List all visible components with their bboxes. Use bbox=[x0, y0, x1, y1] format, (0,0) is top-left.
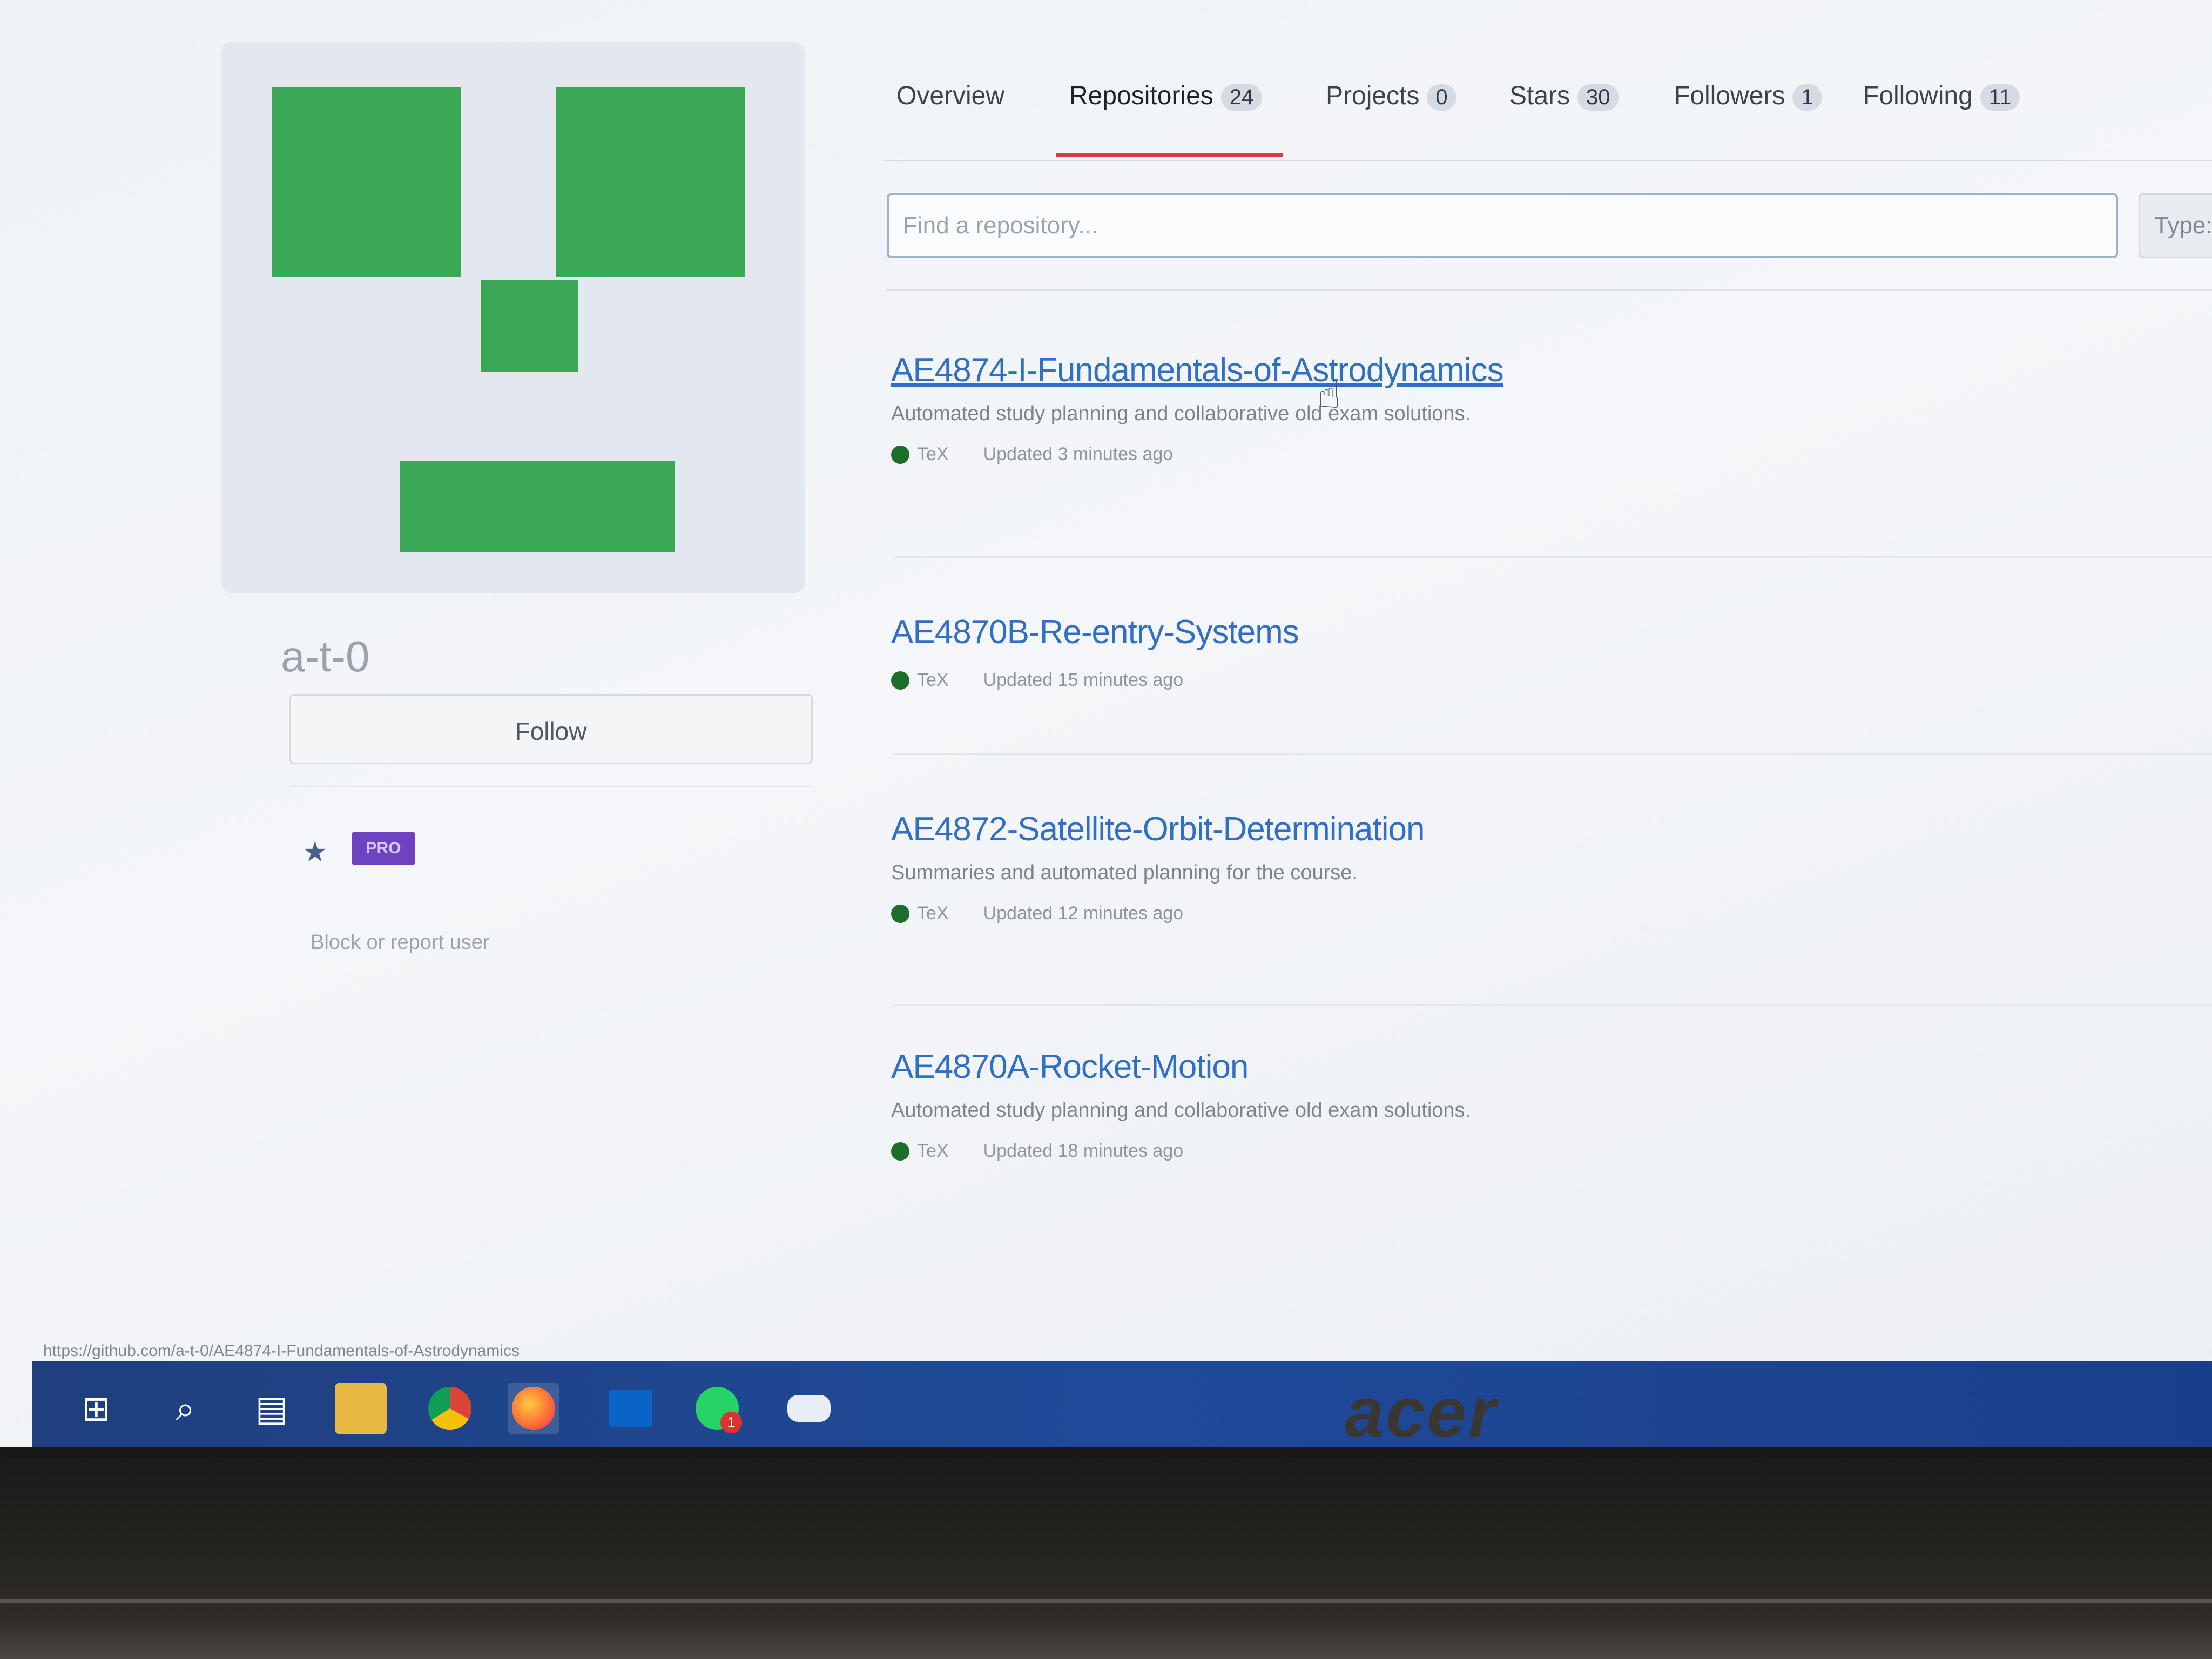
repo-updated: Updated 18 minutes ago bbox=[983, 1141, 1184, 1161]
windows-start-icon[interactable]: ⊞ bbox=[70, 1382, 122, 1434]
tab-label: Followers bbox=[1674, 82, 1785, 110]
repo-updated: Updated 12 minutes ago bbox=[983, 903, 1184, 923]
language-color-dot bbox=[891, 445, 909, 464]
language-color-dot bbox=[891, 904, 909, 923]
tab-label: Overview bbox=[896, 82, 1005, 110]
repo-list-item: AE4870B-Re-entry-Systems TeX Updated 15 … bbox=[891, 613, 2198, 691]
search-icon[interactable]: ⌕ bbox=[159, 1382, 211, 1434]
repo-language: TeX bbox=[917, 670, 949, 690]
tab-label: Projects bbox=[1326, 82, 1420, 110]
repo-list-item: AE4870A-Rocket-Motion Automated study pl… bbox=[891, 1048, 2198, 1162]
divider bbox=[886, 289, 2212, 291]
language-color-dot bbox=[891, 671, 909, 690]
username: a-t-0 bbox=[281, 632, 370, 680]
repo-meta: TeX Updated 12 minutes ago bbox=[891, 903, 2198, 924]
tab-count: 30 bbox=[1577, 84, 1619, 111]
repo-language: TeX bbox=[917, 444, 949, 464]
snipping-tool-icon[interactable] bbox=[783, 1382, 835, 1434]
divider bbox=[894, 1004, 2212, 1006]
file-explorer-icon[interactable] bbox=[335, 1382, 387, 1434]
laptop-hinge bbox=[0, 1599, 2212, 1603]
tab-label: Repositories bbox=[1069, 82, 1213, 110]
repo-name-link[interactable]: AE4874-I-Fundamentals-of-Astrodynamics bbox=[891, 351, 2198, 389]
repo-list-item: AE4872-Satellite-Orbit-Determination Sum… bbox=[891, 810, 2198, 924]
language-color-dot bbox=[891, 1142, 909, 1161]
tab-count: 1 bbox=[1792, 84, 1822, 111]
repository-search-input[interactable] bbox=[887, 193, 2118, 258]
repo-meta: TeX Updated 18 minutes ago bbox=[891, 1141, 2198, 1162]
brand-logo: acer bbox=[1345, 1373, 1498, 1452]
status-bar-url: https://github.com/a-t-0/AE4874-I-Fundam… bbox=[43, 1342, 520, 1360]
divider bbox=[289, 786, 813, 787]
repo-description: Automated study planning and collaborati… bbox=[891, 1099, 1471, 1122]
avatar[interactable] bbox=[221, 42, 805, 593]
tab-count: 24 bbox=[1220, 84, 1263, 111]
laptop-bezel bbox=[0, 1458, 2212, 1659]
firefox-icon[interactable] bbox=[508, 1382, 559, 1434]
follow-button[interactable]: Follow bbox=[289, 694, 813, 764]
repo-list-item: AE4874-I-Fundamentals-of-Astrodynamics A… bbox=[891, 351, 2198, 465]
repo-description: Summaries and automated planning for the… bbox=[891, 861, 1358, 884]
repo-name-link[interactable]: AE4870A-Rocket-Motion bbox=[891, 1048, 2198, 1086]
tab-following[interactable]: Following 11 bbox=[1863, 81, 2020, 111]
task-view-icon[interactable]: ▤ bbox=[246, 1382, 298, 1434]
repo-updated: Updated 15 minutes ago bbox=[983, 670, 1184, 690]
divider bbox=[894, 753, 2212, 755]
tab-overview[interactable]: Overview bbox=[896, 81, 1004, 111]
screen: a-t-0 Follow ★ PRO Block or report user … bbox=[0, 0, 2212, 1447]
identicon-block bbox=[556, 87, 745, 276]
block-report-link[interactable]: Block or report user bbox=[311, 931, 490, 954]
notification-badge: 1 bbox=[720, 1412, 742, 1433]
repo-language: TeX bbox=[917, 1141, 949, 1161]
outlook-icon[interactable] bbox=[605, 1382, 657, 1434]
divider bbox=[894, 556, 2212, 558]
identicon-block bbox=[481, 280, 578, 372]
repo-meta: TeX Updated 15 minutes ago bbox=[891, 670, 2198, 691]
star-icon: ★ bbox=[302, 837, 328, 868]
tab-followers[interactable]: Followers 1 bbox=[1674, 81, 1822, 111]
repo-updated: Updated 3 minutes ago bbox=[983, 444, 1174, 464]
repo-language: TeX bbox=[917, 903, 949, 923]
tab-repositories[interactable]: Repositories 24 bbox=[1069, 81, 1263, 111]
chrome-icon[interactable] bbox=[424, 1382, 476, 1434]
type-filter-button[interactable]: Type: bbox=[2139, 193, 2212, 258]
tab-label: Following bbox=[1863, 82, 1973, 110]
tab-count: 0 bbox=[1427, 84, 1456, 111]
divider bbox=[883, 160, 2212, 161]
hand-cursor-icon: ☝ bbox=[1318, 374, 1341, 416]
repo-meta: TeX Updated 3 minutes ago bbox=[891, 444, 2198, 465]
pro-badge: PRO bbox=[352, 832, 415, 865]
tab-projects[interactable]: Projects 0 bbox=[1326, 81, 1456, 111]
repo-name-link[interactable]: AE4872-Satellite-Orbit-Determination bbox=[891, 810, 2198, 848]
repo-name-link[interactable]: AE4870B-Re-entry-Systems bbox=[891, 613, 2198, 651]
whatsapp-icon[interactable]: 1 bbox=[691, 1382, 743, 1434]
tab-count: 11 bbox=[1980, 84, 2020, 111]
taskbar: ⊞ ⌕ ▤ 1 bbox=[32, 1361, 2212, 1447]
identicon-block bbox=[400, 461, 675, 552]
tab-stars[interactable]: Stars 30 bbox=[1509, 81, 1619, 111]
identicon-block bbox=[272, 87, 461, 276]
tab-label: Stars bbox=[1509, 82, 1570, 110]
repo-description: Automated study planning and collaborati… bbox=[891, 402, 1471, 425]
active-tab-indicator bbox=[1056, 153, 1283, 157]
